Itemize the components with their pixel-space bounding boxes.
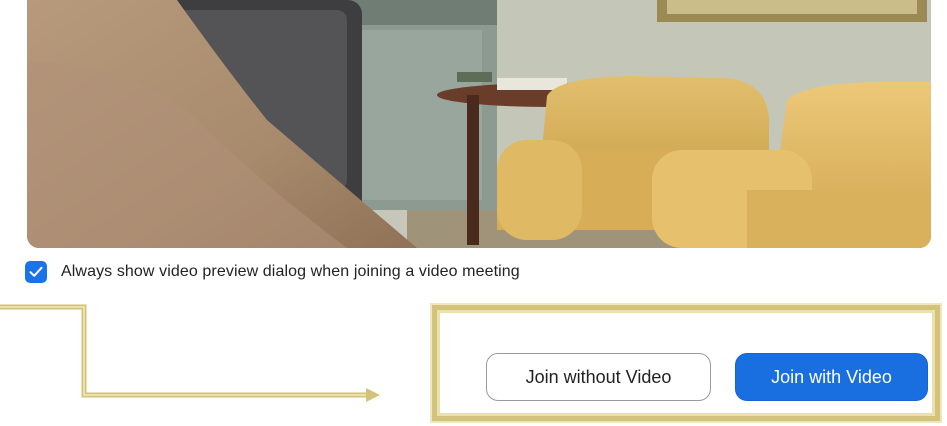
camera-preview [27,0,931,248]
check-mark-icon [29,266,43,277]
join-with-video-button[interactable]: Join with Video [735,353,928,401]
join-without-video-button[interactable]: Join without Video [486,353,711,401]
video-preview-dialog: Always show video preview dialog when jo… [0,0,947,426]
annotation-arrow [0,304,380,402]
always-show-preview-label: Always show video preview dialog when jo… [61,263,520,280]
always-show-preview-checkbox[interactable] [25,261,47,283]
always-show-preview-option[interactable]: Always show video preview dialog when jo… [25,259,520,285]
